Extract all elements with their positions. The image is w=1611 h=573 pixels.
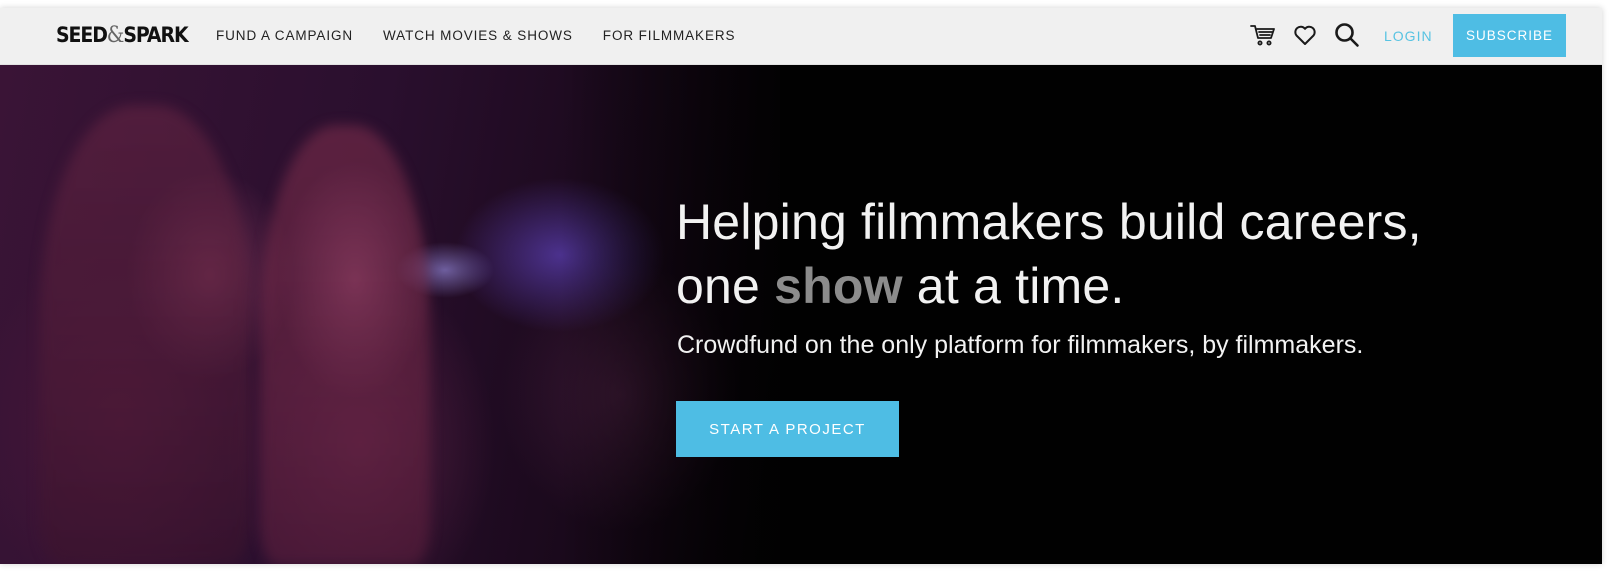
nav-link-for-filmmakers[interactable]: FOR FILMMAKERS [603, 28, 736, 43]
logo-ampersand: & [106, 23, 125, 48]
seed-and-spark-logo[interactable]: SEED&SPARK [56, 23, 189, 48]
hero-section: Helping filmmakers build careers, one sh… [0, 65, 1602, 564]
nav-link-fund-a-campaign[interactable]: FUND A CAMPAIGN [216, 28, 353, 43]
logo-spark: SPARK [123, 23, 188, 47]
hero-headline-emphasis: show [774, 258, 903, 314]
hero-subheadline: Crowdfund on the only platform for filmm… [677, 331, 1364, 359]
hero-photo-figure-left [40, 105, 250, 564]
search-icon[interactable] [1334, 22, 1360, 48]
hero-headline-pre: one [676, 258, 775, 314]
cart-icon[interactable] [1250, 22, 1276, 48]
nav-icons [1250, 22, 1376, 48]
hero-photo-figure-right [260, 125, 430, 564]
heart-icon[interactable] [1292, 22, 1318, 48]
hero-headline-line-2: one show at a time. [676, 254, 1422, 318]
nav-link-watch-movies-shows[interactable]: WATCH MOVIES & SHOWS [383, 28, 573, 43]
login-link[interactable]: LOGIN [1384, 28, 1433, 44]
subscribe-button[interactable]: SUBSCRIBE [1453, 14, 1566, 57]
start-a-project-button[interactable]: START A PROJECT [676, 401, 899, 457]
hero-headline: Helping filmmakers build careers, one sh… [676, 190, 1422, 318]
hero-background-photo [0, 65, 780, 564]
page-frame: SEED&SPARK FUND A CAMPAIGN WATCH MOVIES … [0, 8, 1602, 564]
navbar: SEED&SPARK FUND A CAMPAIGN WATCH MOVIES … [0, 8, 1602, 65]
hero-headline-post: at a time. [902, 258, 1125, 314]
main-nav: FUND A CAMPAIGN WATCH MOVIES & SHOWS FOR… [216, 28, 765, 43]
logo-seed: SEED [56, 23, 108, 47]
hero-headline-line-1: Helping filmmakers build careers, [676, 194, 1422, 250]
